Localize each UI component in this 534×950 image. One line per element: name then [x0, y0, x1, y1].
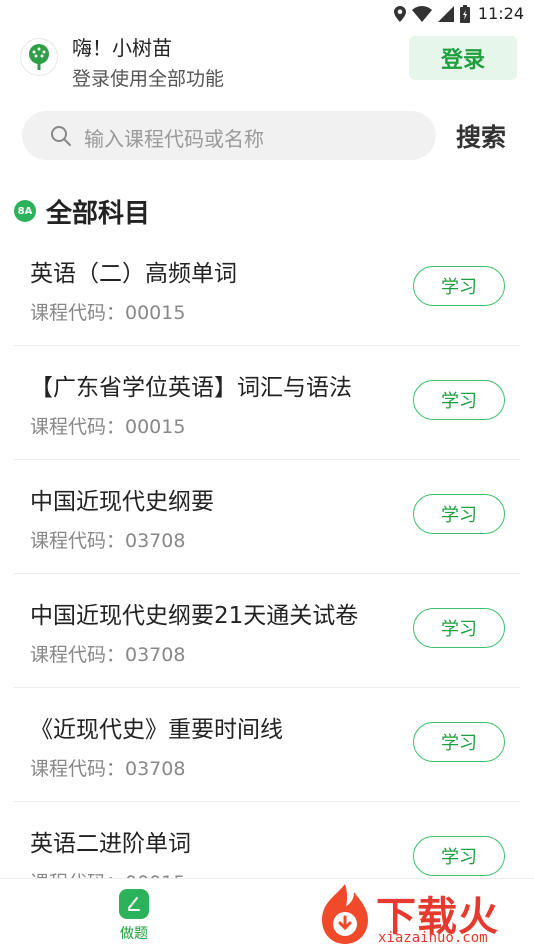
- tree-logo-icon: [29, 44, 49, 70]
- course-code: 课程代码：03708: [30, 758, 186, 780]
- status-icons: 11:24: [393, 4, 524, 23]
- course-code: 课程代码：00015: [30, 416, 186, 438]
- nav-label: 做题: [120, 926, 148, 942]
- status-time: 11:24: [477, 4, 524, 23]
- status-bar: 11:24: [0, 0, 534, 28]
- search-input[interactable]: 输入课程代码或名称: [22, 111, 436, 160]
- study-button[interactable]: 学习: [413, 722, 505, 762]
- avatar[interactable]: [20, 38, 58, 76]
- course-name: 【广东省学位英语】词汇与语法: [30, 375, 352, 401]
- search-button[interactable]: 搜索: [456, 118, 506, 154]
- study-button[interactable]: 学习: [413, 380, 505, 420]
- course-item[interactable]: 英语二进阶单词 课程代码：00015 学习: [0, 802, 534, 878]
- study-button[interactable]: 学习: [413, 608, 505, 648]
- course-name: 英语（二）高频单词: [30, 261, 237, 287]
- course-name: 《近现代史》重要时间线: [30, 717, 283, 743]
- study-button[interactable]: 学习: [413, 836, 505, 876]
- header: 嗨！小树苗 登录使用全部功能 登录: [0, 28, 534, 96]
- nav-item-practice[interactable]: 做题: [104, 889, 164, 945]
- course-item[interactable]: 英语（二）高频单词 课程代码：00015 学习: [0, 232, 534, 346]
- course-code: 课程代码：00015: [30, 302, 186, 324]
- course-item[interactable]: 中国近现代史纲要21天通关试卷 课程代码：03708 学习: [0, 574, 534, 688]
- course-code: 课程代码：03708: [30, 530, 186, 552]
- course-item[interactable]: 中国近现代史纲要 课程代码：03708 学习: [0, 460, 534, 574]
- book-badge-icon: 8A: [14, 200, 36, 222]
- search-icon: [51, 126, 71, 146]
- login-button[interactable]: 登录: [409, 36, 517, 80]
- search-placeholder: 输入课程代码或名称: [84, 127, 264, 151]
- section-header: 8A 全部科目: [14, 193, 150, 229]
- course-list[interactable]: 英语（二）高频单词 课程代码：00015 学习 【广东省学位英语】词汇与语法 课…: [0, 232, 534, 878]
- course-item[interactable]: 《近现代史》重要时间线 课程代码：03708 学习: [0, 688, 534, 802]
- section-title: 全部科目: [46, 198, 151, 229]
- course-item[interactable]: 【广东省学位英语】词汇与语法 课程代码：00015 学习: [0, 346, 534, 460]
- flame-logo-icon: [322, 884, 368, 944]
- greeting-text: 嗨！小树苗: [72, 36, 172, 60]
- wifi-icon: [411, 5, 432, 22]
- edit-icon: [119, 889, 149, 919]
- watermark-url: xiazaihuo.com: [378, 930, 488, 946]
- location-icon: [393, 5, 406, 22]
- course-code: 课程代码：03708: [30, 644, 186, 666]
- study-button[interactable]: 学习: [413, 266, 505, 306]
- course-code: 课程代码：00015: [30, 868, 185, 878]
- course-name: 中国近现代史纲要21天通关试卷: [30, 603, 359, 629]
- watermark: 下载火 xiazaihuo.com: [314, 880, 534, 950]
- battery-icon: [459, 4, 470, 23]
- course-name: 中国近现代史纲要: [30, 489, 214, 515]
- login-hint-text: 登录使用全部功能: [72, 68, 225, 90]
- signal-icon: [437, 5, 454, 22]
- study-button[interactable]: 学习: [413, 494, 505, 534]
- course-name: 英语二进阶单词: [30, 831, 191, 857]
